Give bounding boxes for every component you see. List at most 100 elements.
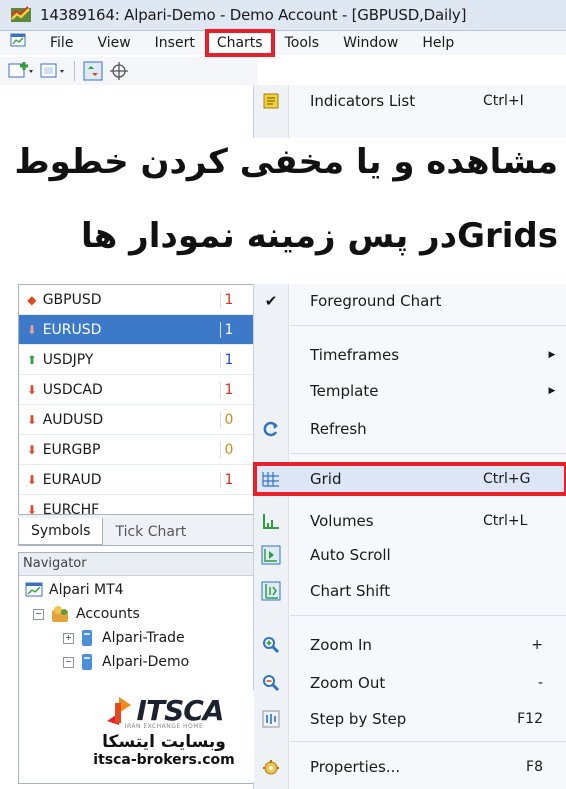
menu-separator <box>290 453 566 454</box>
menu-view[interactable]: View <box>85 31 142 55</box>
menu-item-grid[interactable]: Grid Ctrl+G <box>253 462 566 496</box>
accounts-icon <box>52 606 68 622</box>
tree-item-accounts[interactable]: − Accounts <box>19 602 254 626</box>
menu-charts[interactable]: Charts <box>204 29 275 57</box>
menu-window[interactable]: Window <box>331 31 410 55</box>
tree-item-account[interactable]: − Alpari-Demo <box>19 650 254 674</box>
down-arrow-icon: ⬇ <box>26 472 37 487</box>
menu-item-properties[interactable]: Properties... F8 <box>254 751 566 783</box>
menu-item-zoom-out[interactable]: Zoom Out - <box>254 667 566 699</box>
zoom-in-icon <box>254 629 288 661</box>
expand-icon[interactable]: + <box>63 632 74 644</box>
crosshair-icon <box>110 62 128 80</box>
menu-item-chart-shift[interactable]: Chart Shift <box>254 575 566 607</box>
menu-insert[interactable]: Insert <box>143 31 207 55</box>
menu-item-zoom-in[interactable]: Zoom In + <box>254 629 566 661</box>
server-icon <box>82 630 92 646</box>
symbol-row[interactable]: ⬆ USDJPY 1 <box>19 345 254 375</box>
tree-item-account[interactable]: + Alpari-Trade <box>19 626 254 650</box>
step-by-step-icon <box>254 703 288 735</box>
down-arrow-icon: ⬇ <box>26 382 37 397</box>
menu-item-label: Volumes <box>310 512 374 530</box>
menu-item-template[interactable]: Template ▶ <box>254 375 566 407</box>
timeframes-icon <box>254 339 288 371</box>
metatrader-app-icon <box>10 6 32 24</box>
menu-item-timeframes[interactable]: Timeframes ▶ <box>254 339 566 371</box>
profiles-icon <box>40 63 64 78</box>
collapse-icon[interactable]: − <box>63 656 74 668</box>
title-bar: 14389164: Alpari-Demo - Demo Account - [… <box>0 0 566 31</box>
symbol-name: EURGBP <box>42 441 101 458</box>
grid-icon <box>254 463 288 495</box>
menu-item-volumes[interactable]: Volumes Ctrl+L <box>254 505 566 537</box>
symbol-value: 1 <box>219 321 254 338</box>
tab-symbols[interactable]: Symbols <box>18 518 104 545</box>
properties-icon <box>254 751 288 783</box>
menu-item-shortcut: F8 <box>526 759 543 775</box>
symbol-value: 1 <box>219 291 254 308</box>
symbol-row-selected[interactable]: ⬇ EURUSD 1 <box>19 315 254 345</box>
menu-item-indicators-list[interactable]: Indicators List Ctrl+I <box>254 85 566 117</box>
symbol-name: USDCAD <box>42 381 103 398</box>
menu-tools[interactable]: Tools <box>273 31 332 55</box>
menu-file[interactable]: File <box>38 31 85 55</box>
menu-item-shortcut: Ctrl+G <box>483 471 531 487</box>
menubar-app-icon[interactable] <box>0 31 38 55</box>
menu-item-label: Indicators List <box>310 92 416 110</box>
window-title: 14389164: Alpari-Demo - Demo Account - [… <box>40 6 467 24</box>
menu-item-step-by-step[interactable]: Step by Step F12 <box>254 703 566 735</box>
symbol-name: USDJPY <box>42 351 94 368</box>
menu-item-foreground-chart[interactable]: ✔ Foreground Chart <box>254 285 566 317</box>
menu-separator <box>290 325 566 326</box>
submenu-arrow-icon: ▶ <box>548 386 556 396</box>
symbol-row[interactable]: ◆ GBPUSD 1 <box>19 285 254 315</box>
volumes-icon <box>254 505 288 537</box>
tab-tick-chart[interactable]: Tick Chart <box>103 519 199 545</box>
toolbar <box>0 57 258 85</box>
menu-help[interactable]: Help <box>410 31 466 55</box>
menu-item-label: Zoom In <box>310 636 372 654</box>
menu-bar: File View Insert Charts Tools Window Hel… <box>0 29 566 57</box>
menu-separator <box>290 615 566 616</box>
menu-item-auto-scroll[interactable]: Auto Scroll <box>254 539 566 571</box>
server-icon <box>82 654 92 670</box>
refresh-icon <box>254 413 288 445</box>
symbol-value: 1 <box>219 471 254 488</box>
crosshair-button[interactable] <box>109 60 129 82</box>
market-watch-panel: ◆ GBPUSD 1 ⬇ EURUSD 1 ⬆ USDJPY 1 ⬇ USDCA… <box>18 284 255 546</box>
menu-item-shortcut: + <box>531 637 543 653</box>
symbol-row[interactable]: ⬇ EURAUD 1 <box>19 465 254 495</box>
market-watch-button[interactable] <box>83 60 103 82</box>
collapse-icon[interactable]: − <box>33 608 44 620</box>
zoom-out-icon <box>254 667 288 699</box>
menu-item-label: Foreground Chart <box>310 292 442 310</box>
market-watch-tabs: Symbols Tick Chart <box>18 514 255 545</box>
chart-window-icon <box>10 33 26 47</box>
new-chart-button[interactable] <box>8 60 34 82</box>
symbol-name: GBPUSD <box>42 291 102 308</box>
menu-item-shortcut: - <box>537 675 543 691</box>
down-arrow-icon: ⬇ <box>26 442 37 457</box>
terminal-icon <box>25 582 43 597</box>
tree-item-label: Accounts <box>76 606 140 622</box>
symbol-value: 1 <box>219 381 254 398</box>
symbol-row[interactable]: ⬇ AUDUSD 0 <box>19 405 254 435</box>
market-watch-icon <box>83 61 103 81</box>
logo-tagline: IRAN EXCHANGE HOME <box>124 723 204 730</box>
profiles-button[interactable] <box>40 60 66 82</box>
down-arrow-icon: ⬇ <box>26 412 37 427</box>
menu-item-refresh[interactable]: Refresh <box>254 413 566 445</box>
symbol-row[interactable]: ⬇ EURGBP 0 <box>19 435 254 465</box>
itsca-logo: ITSCA IRAN EXCHANGE HOME وبسایت ایتسکا i… <box>74 690 254 782</box>
logo-persian-text: وبسایت ایتسکا <box>102 732 226 752</box>
symbol-name: AUDUSD <box>42 411 104 428</box>
template-icon <box>254 375 288 407</box>
menu-item-label: Template <box>310 382 379 400</box>
indicators-list-icon <box>254 85 288 117</box>
caption-line-2: Gridsدر پس زمینه نمودار ها <box>81 216 558 256</box>
caption-overlay: مشاهده و یا مخفی کردن خطوط Gridsدر پس زم… <box>0 138 566 284</box>
symbol-row[interactable]: ⬇ USDCAD 1 <box>19 375 254 405</box>
tree-item-root[interactable]: Alpari MT4 <box>19 578 254 602</box>
menu-item-label: Auto Scroll <box>310 546 391 564</box>
symbol-value: 0 <box>219 441 254 458</box>
